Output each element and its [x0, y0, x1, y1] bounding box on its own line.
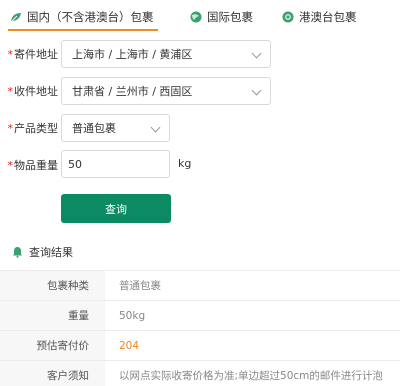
result-value: 50kg: [119, 309, 146, 322]
parcel-type-tabs: 国内（不含港澳台）包裹 国际包裹 港澳台包裹: [0, 0, 400, 34]
receiver-row: *收件地址: [0, 75, 61, 107]
product-label: *产品类型: [7, 122, 59, 135]
result-key: 预估寄付价: [0, 331, 105, 360]
receiver-address-select[interactable]: 甘肃省 / 兰州市 / 西固区: [61, 77, 271, 105]
results-title: 查询结果: [29, 246, 73, 259]
results-table: 包裹种类 普通包裹 重量 50kg 预估寄付价 204 客户须知 以网点实际收寄…: [0, 270, 400, 386]
customer-notice: 以网点实际收寄价格为准;单边超过50cm的邮件进行计泡: [119, 370, 383, 382]
receiver-label: *收件地址: [7, 85, 59, 98]
sender-address-select[interactable]: 上海市 / 上海市 / 黄浦区: [61, 40, 271, 68]
result-key: 重量: [0, 301, 105, 330]
weight-row: *物品重量: [0, 149, 61, 181]
target-icon: [282, 11, 294, 23]
product-row: *产品类型: [0, 112, 61, 144]
tab-international[interactable]: 国际包裹: [190, 6, 253, 28]
postage-calculator: 国内（不含港澳台）包裹 国际包裹 港澳台包裹 *寄件地址 上海市 / 上海市 /…: [0, 0, 400, 386]
chevron-down-icon: [251, 85, 262, 96]
tab-domestic[interactable]: 国内（不含港澳台）包裹: [10, 6, 154, 28]
results-header: 查询结果: [12, 244, 73, 260]
chevron-down-icon: [150, 122, 161, 133]
tab-hk-macao-taiwan[interactable]: 港澳台包裹: [282, 6, 357, 28]
active-tab-indicator: [8, 29, 158, 31]
table-row: 包裹种类 普通包裹: [0, 270, 400, 301]
table-row: 预估寄付价 204: [0, 331, 400, 361]
tab-label: 国际包裹: [207, 10, 253, 24]
product-type-select[interactable]: 普通包裹: [61, 114, 170, 142]
table-row: 客户须知 以网点实际收寄价格为准;单边超过50cm的邮件进行计泡: [0, 361, 400, 386]
globe-icon: [190, 11, 202, 23]
sender-row: *寄件地址: [0, 38, 61, 70]
chevron-down-icon: [251, 48, 262, 59]
leaf-icon: [10, 13, 21, 23]
sender-address-value: 上海市 / 上海市 / 黄浦区: [72, 48, 193, 61]
query-button[interactable]: 查询: [61, 194, 171, 223]
weight-unit: kg: [178, 157, 192, 170]
table-row: 重量 50kg: [0, 301, 400, 331]
receiver-address-value: 甘肃省 / 兰州市 / 西固区: [72, 85, 193, 98]
result-value: 普通包裹: [119, 280, 161, 292]
sender-label: *寄件地址: [7, 48, 59, 61]
result-key: 包裹种类: [0, 271, 105, 300]
tab-label: 国内（不含港澳台）包裹: [27, 10, 154, 24]
bell-icon: [13, 247, 22, 258]
weight-input[interactable]: [61, 150, 170, 178]
tab-label: 港澳台包裹: [299, 10, 357, 24]
product-type-value: 普通包裹: [72, 122, 116, 135]
result-key: 客户须知: [0, 361, 105, 386]
weight-label: *物品重量: [7, 159, 59, 172]
estimated-price: 204: [119, 339, 140, 352]
